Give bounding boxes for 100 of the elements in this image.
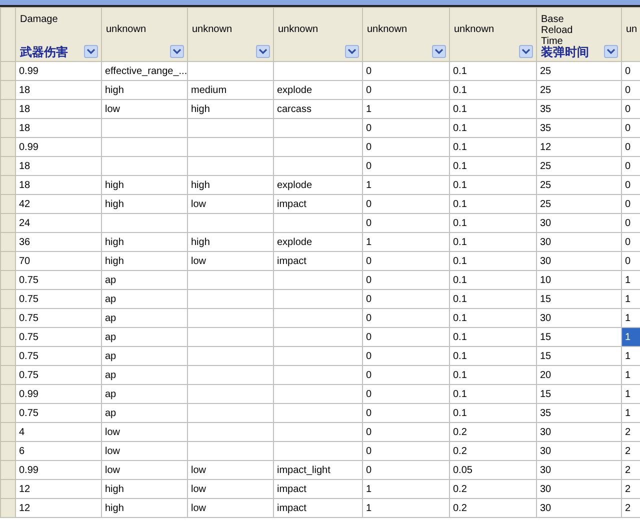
dropdown-button[interactable] — [84, 45, 98, 58]
table-cell[interactable]: 0.1 — [450, 62, 536, 80]
table-cell[interactable]: 1 — [362, 498, 450, 518]
table-cell[interactable]: low — [102, 100, 188, 118]
row-header[interactable] — [0, 384, 16, 404]
table-cell[interactable]: 0 — [362, 290, 450, 308]
table-cell[interactable]: 0 — [362, 384, 450, 404]
table-cell[interactable]: 0.75 — [16, 270, 102, 290]
table-cell[interactable]: 1 — [362, 100, 450, 118]
table-cell[interactable]: 30 — [536, 498, 622, 518]
table-cell[interactable] — [274, 308, 362, 328]
table-cell[interactable] — [274, 384, 362, 404]
table-cell[interactable]: explode — [274, 232, 362, 252]
column-header[interactable]: unknown — [450, 8, 536, 62]
table-cell[interactable]: 0 — [362, 62, 450, 80]
table-cell[interactable] — [274, 118, 362, 138]
table-cell[interactable]: 0.1 — [450, 232, 536, 252]
table-cell[interactable]: 0.99 — [16, 384, 102, 404]
table-cell[interactable] — [188, 270, 274, 290]
row-header[interactable] — [0, 138, 16, 156]
row-header[interactable] — [0, 442, 16, 460]
table-cell[interactable] — [274, 328, 362, 346]
column-header[interactable]: unknown — [102, 8, 188, 62]
table-cell[interactable]: high — [102, 80, 188, 100]
table-cell[interactable]: 25 — [536, 176, 622, 194]
table-cell[interactable]: 25 — [536, 80, 622, 100]
table-cell[interactable]: ap — [102, 404, 188, 422]
table-cell[interactable]: 12 — [16, 498, 102, 518]
table-cell[interactable] — [274, 214, 362, 232]
table-cell[interactable]: 0 — [362, 346, 450, 366]
row-header[interactable] — [0, 460, 16, 480]
table-cell[interactable]: ap — [102, 308, 188, 328]
table-cell[interactable]: 18 — [16, 80, 102, 100]
table-cell[interactable] — [274, 138, 362, 156]
dropdown-button[interactable] — [345, 45, 359, 58]
table-cell[interactable]: 0.1 — [450, 252, 536, 270]
table-cell[interactable]: 0.1 — [450, 176, 536, 194]
table-cell[interactable]: 30 — [536, 308, 622, 328]
table-cell[interactable]: 35 — [536, 100, 622, 118]
table-cell[interactable]: ap — [102, 384, 188, 404]
table-cell[interactable]: carcass — [274, 100, 362, 118]
table-cell[interactable]: 0.75 — [16, 404, 102, 422]
table-cell[interactable]: effective_range_... — [102, 62, 188, 80]
row-header[interactable] — [0, 214, 16, 232]
table-cell[interactable] — [102, 118, 188, 138]
table-cell[interactable]: impact — [274, 194, 362, 214]
table-cell[interactable]: 1 — [362, 176, 450, 194]
row-header[interactable] — [0, 62, 16, 80]
table-cell[interactable] — [188, 442, 274, 460]
table-cell[interactable]: 25 — [536, 156, 622, 176]
table-cell[interactable]: 0 — [362, 366, 450, 384]
table-cell[interactable]: high — [102, 252, 188, 270]
table-cell[interactable] — [188, 404, 274, 422]
table-cell[interactable]: explode — [274, 176, 362, 194]
table-cell[interactable]: 12 — [16, 480, 102, 498]
dropdown-button[interactable] — [519, 45, 533, 58]
row-header[interactable] — [0, 480, 16, 498]
table-cell[interactable]: 18 — [16, 176, 102, 194]
table-cell[interactable]: 0.99 — [16, 460, 102, 480]
table-cell[interactable]: 15 — [536, 290, 622, 308]
table-cell[interactable] — [274, 346, 362, 366]
row-header[interactable] — [0, 270, 16, 290]
row-header[interactable] — [0, 194, 16, 214]
table-cell[interactable]: 0.2 — [450, 480, 536, 498]
table-cell[interactable] — [102, 156, 188, 176]
row-header[interactable] — [0, 156, 16, 176]
table-cell[interactable]: 0 — [362, 270, 450, 290]
table-cell[interactable]: 30 — [536, 422, 622, 442]
column-header[interactable]: unknown — [362, 8, 450, 62]
table-cell[interactable]: ap — [102, 366, 188, 384]
table-cell[interactable]: 0.1 — [450, 328, 536, 346]
table-cell[interactable]: low — [188, 498, 274, 518]
table-cell[interactable] — [188, 138, 274, 156]
column-header[interactable]: Base Reload Time 装弹时间 — [536, 8, 622, 62]
table-cell[interactable]: 18 — [16, 156, 102, 176]
table-cell[interactable]: high — [102, 480, 188, 498]
table-cell[interactable]: low — [188, 252, 274, 270]
table-cell[interactable]: 0.1 — [450, 308, 536, 328]
table-cell[interactable]: 18 — [16, 100, 102, 118]
table-cell[interactable] — [274, 366, 362, 384]
table-cell[interactable]: 0 — [362, 194, 450, 214]
table-cell[interactable] — [188, 328, 274, 346]
table-cell[interactable]: high — [188, 232, 274, 252]
row-header[interactable] — [0, 252, 16, 270]
row-header[interactable] — [0, 118, 16, 138]
table-cell[interactable]: low — [188, 480, 274, 498]
table-cell[interactable]: 0.1 — [450, 156, 536, 176]
table-cell[interactable] — [274, 270, 362, 290]
table-cell[interactable]: 0 — [362, 404, 450, 422]
table-cell[interactable]: ap — [102, 346, 188, 366]
table-cell[interactable]: 0.75 — [16, 328, 102, 346]
table-cell[interactable]: 1 — [362, 480, 450, 498]
table-cell[interactable]: 25 — [536, 194, 622, 214]
table-cell[interactable] — [188, 366, 274, 384]
column-header[interactable]: un — [622, 8, 640, 62]
table-cell[interactable]: 0 — [362, 252, 450, 270]
table-cell[interactable]: 0.05 — [450, 460, 536, 480]
table-cell[interactable]: 0.1 — [450, 214, 536, 232]
table-cell[interactable]: 0.1 — [450, 366, 536, 384]
table-cell[interactable]: 0.1 — [450, 138, 536, 156]
